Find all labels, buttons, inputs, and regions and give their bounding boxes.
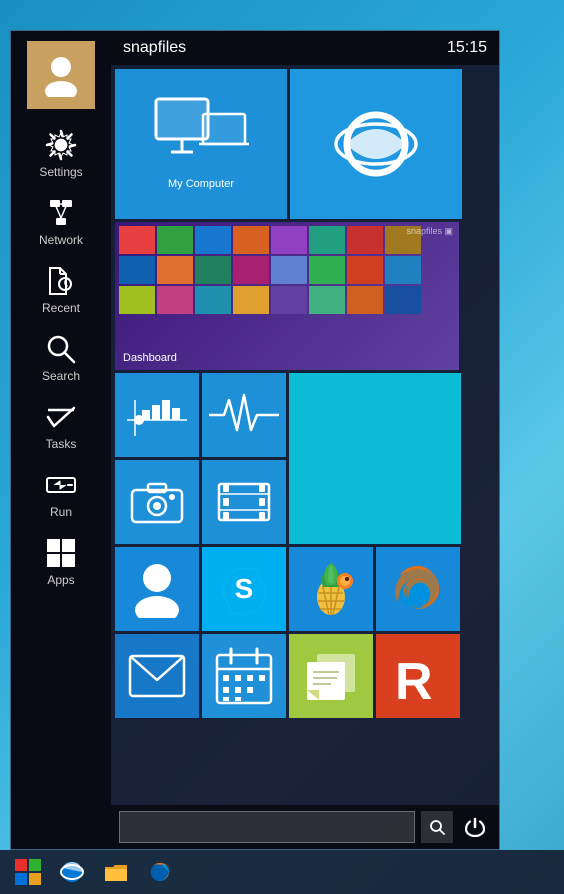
sticky-notes-icon xyxy=(301,646,361,706)
taskbar-firefox-button[interactable] xyxy=(140,854,180,890)
person-icon xyxy=(39,53,83,97)
monitor-icon xyxy=(151,94,251,174)
taskbar-firefox-icon xyxy=(147,859,173,885)
recent-icon xyxy=(43,263,79,299)
tile-pineapple[interactable] xyxy=(289,547,373,631)
run-label: Run xyxy=(50,505,72,519)
sidebar-item-tasks[interactable]: Tasks xyxy=(11,391,111,459)
heartbeat-icon xyxy=(209,390,279,440)
tiles-grid: My Computer xyxy=(111,65,499,805)
tile-heartbeat[interactable] xyxy=(202,373,286,457)
tile-person[interactable] xyxy=(115,547,199,631)
firefox-icon xyxy=(387,558,449,620)
tile-camera[interactable] xyxy=(115,460,199,544)
settings-label: Settings xyxy=(39,165,82,179)
tile-my-computer[interactable]: My Computer xyxy=(115,69,287,219)
skype-icon: S xyxy=(215,560,273,618)
power-button[interactable] xyxy=(459,811,491,843)
tile-firefox[interactable] xyxy=(376,547,460,631)
pineapple-icon xyxy=(301,559,361,619)
mail-icon xyxy=(128,654,186,698)
sidebar-item-settings[interactable]: Settings xyxy=(11,119,111,187)
tile-dashboard[interactable]: Dashboard snapfiles ▣ xyxy=(115,222,459,370)
user-avatar-button[interactable] xyxy=(11,31,111,119)
tile-row-1: My Computer xyxy=(115,69,495,219)
bottom-bar xyxy=(111,805,499,849)
taskbar-ie-icon xyxy=(59,859,85,885)
svg-text:S: S xyxy=(235,573,254,604)
network-icon xyxy=(43,195,79,231)
tasks-label: Tasks xyxy=(46,437,77,451)
taskbar xyxy=(0,850,564,894)
tile-row-6: R xyxy=(115,634,495,718)
sidebar: Settings Network xyxy=(11,31,111,849)
stats-icon xyxy=(127,390,187,440)
run-icon xyxy=(43,467,79,503)
rocketdock-icon: R xyxy=(389,647,447,705)
camera-icon xyxy=(130,480,184,524)
tile-mail[interactable] xyxy=(115,634,199,718)
tile-sticky[interactable] xyxy=(289,634,373,718)
search-label: Search xyxy=(42,369,80,383)
gear-icon xyxy=(43,127,79,163)
person-tile-icon xyxy=(132,560,182,618)
my-computer-label: My Computer xyxy=(160,174,242,194)
film-icon xyxy=(217,480,271,524)
recent-label: Recent xyxy=(42,301,80,315)
search-button[interactable] xyxy=(421,811,453,843)
tile-ie[interactable] xyxy=(290,69,462,219)
apps-label: Apps xyxy=(47,573,74,587)
header: snapfiles 15:15 xyxy=(111,31,499,65)
taskbar-start-button[interactable] xyxy=(8,854,48,890)
tile-film[interactable] xyxy=(202,460,286,544)
desktop: Settings Network xyxy=(0,0,564,894)
taskbar-explorer-button[interactable] xyxy=(96,854,136,890)
windows-icon xyxy=(14,858,42,886)
search-sidebar-icon xyxy=(43,331,79,367)
taskbar-ie-button[interactable] xyxy=(52,854,92,890)
tile-calendar[interactable] xyxy=(202,634,286,718)
tasks-icon xyxy=(43,399,79,435)
app-title: snapfiles xyxy=(123,39,186,57)
sidebar-item-apps[interactable]: Apps xyxy=(11,527,111,595)
dashboard-label: Dashboard xyxy=(123,352,177,364)
taskbar-folder-icon xyxy=(103,859,129,885)
sidebar-item-search[interactable]: Search xyxy=(11,323,111,391)
power-icon xyxy=(465,817,485,837)
time-display: 15:15 xyxy=(447,39,487,57)
avatar xyxy=(27,41,95,109)
tile-row-2: Dashboard snapfiles ▣ xyxy=(115,222,495,370)
sidebar-item-recent[interactable]: Recent xyxy=(11,255,111,323)
start-menu: Settings Network xyxy=(10,30,500,850)
sidebar-item-network[interactable]: Network xyxy=(11,187,111,255)
calendar-icon xyxy=(215,647,273,705)
tiles-area: snapfiles 15:15 xyxy=(111,31,499,849)
apps-icon xyxy=(43,535,79,571)
dashboard-watermark: snapfiles ▣ xyxy=(406,226,453,237)
search-input[interactable] xyxy=(119,811,415,843)
tile-big-blue[interactable] xyxy=(289,373,461,544)
tile-skype[interactable]: S xyxy=(202,547,286,631)
network-label: Network xyxy=(39,233,83,247)
svg-text:R: R xyxy=(395,653,433,705)
ie-icon xyxy=(326,94,426,194)
tile-rocketdock[interactable]: R xyxy=(376,634,460,718)
sidebar-item-run[interactable]: Run xyxy=(11,459,111,527)
search-icon xyxy=(429,819,445,835)
tile-stats[interactable] xyxy=(115,373,199,457)
tile-row-5: S xyxy=(115,547,495,631)
